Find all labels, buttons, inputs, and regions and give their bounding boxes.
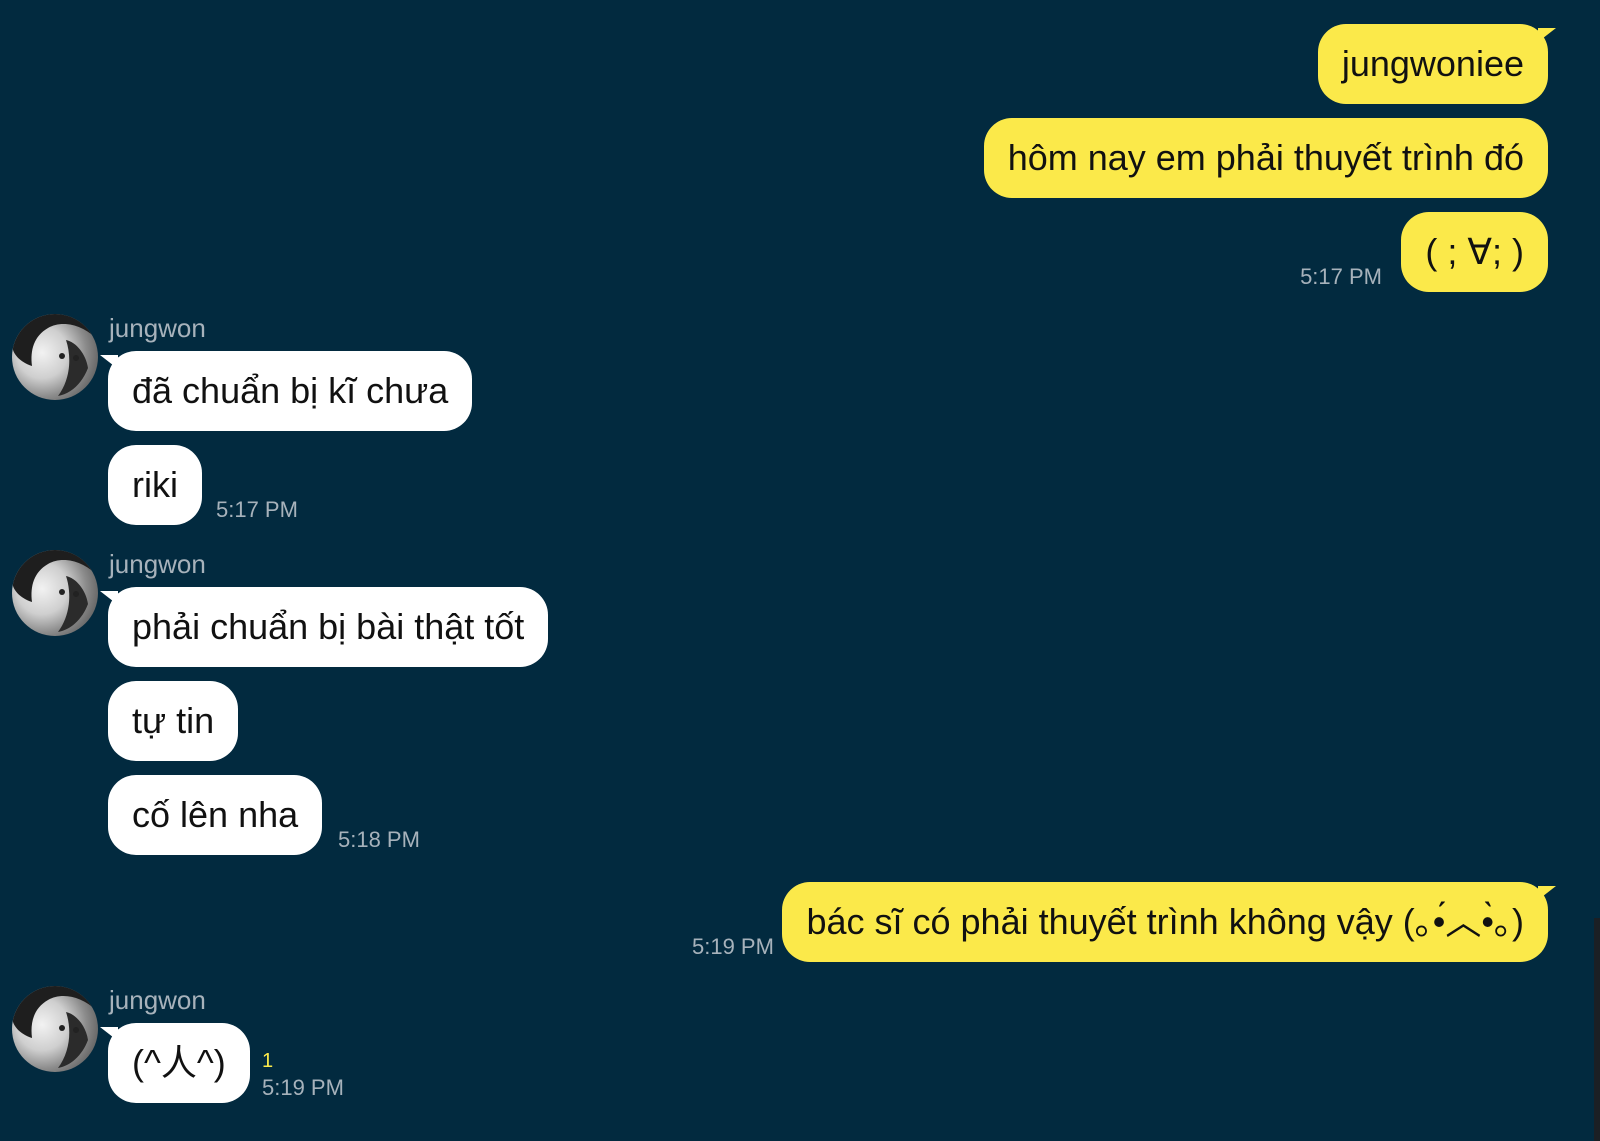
message-timestamp: 5:18 PM [338, 827, 420, 852]
outgoing-message[interactable]: hôm nay em phải thuyết trình đó [983, 118, 1548, 198]
unread-count-badge: 1 [262, 1050, 274, 1072]
sender-name: jungwon [109, 549, 206, 579]
sender-name: jungwon [109, 985, 206, 1015]
outgoing-message[interactable]: ( ; ∀; ) [1401, 212, 1548, 292]
incoming-message[interactable]: đã chuẩn bị kĩ chưa [99, 351, 473, 431]
chat-thread: jungwoniee hôm nay em phải thuyết trình … [0, 0, 1600, 1141]
incoming-message[interactable]: riki [108, 445, 202, 525]
message-timestamp: 5:17 PM [216, 497, 298, 522]
incoming-message[interactable]: (^人^) [100, 1023, 250, 1103]
scrollbar[interactable] [1594, 918, 1600, 1141]
avatar-photo [12, 314, 98, 396]
outgoing-message[interactable]: bác sĩ có phải thuyết trình không vậy (｡… [782, 882, 1556, 962]
avatar[interactable] [12, 986, 98, 1072]
avatar-photo [12, 986, 98, 1068]
message-timestamp: 5:19 PM [692, 934, 774, 959]
avatar[interactable] [12, 550, 98, 636]
incoming-message[interactable]: phải chuẩn bị bài thật tốt [99, 587, 549, 667]
avatar-photo [12, 550, 98, 632]
incoming-message[interactable]: cố lên nha [108, 775, 323, 855]
avatar[interactable] [12, 314, 98, 400]
incoming-message[interactable]: tự tin [108, 681, 239, 761]
message-timestamp: 5:19 PM [262, 1075, 344, 1100]
outgoing-message[interactable]: jungwoniee [1317, 24, 1557, 104]
sender-name: jungwon [109, 313, 206, 343]
message-timestamp: 5:17 PM [1300, 264, 1382, 289]
